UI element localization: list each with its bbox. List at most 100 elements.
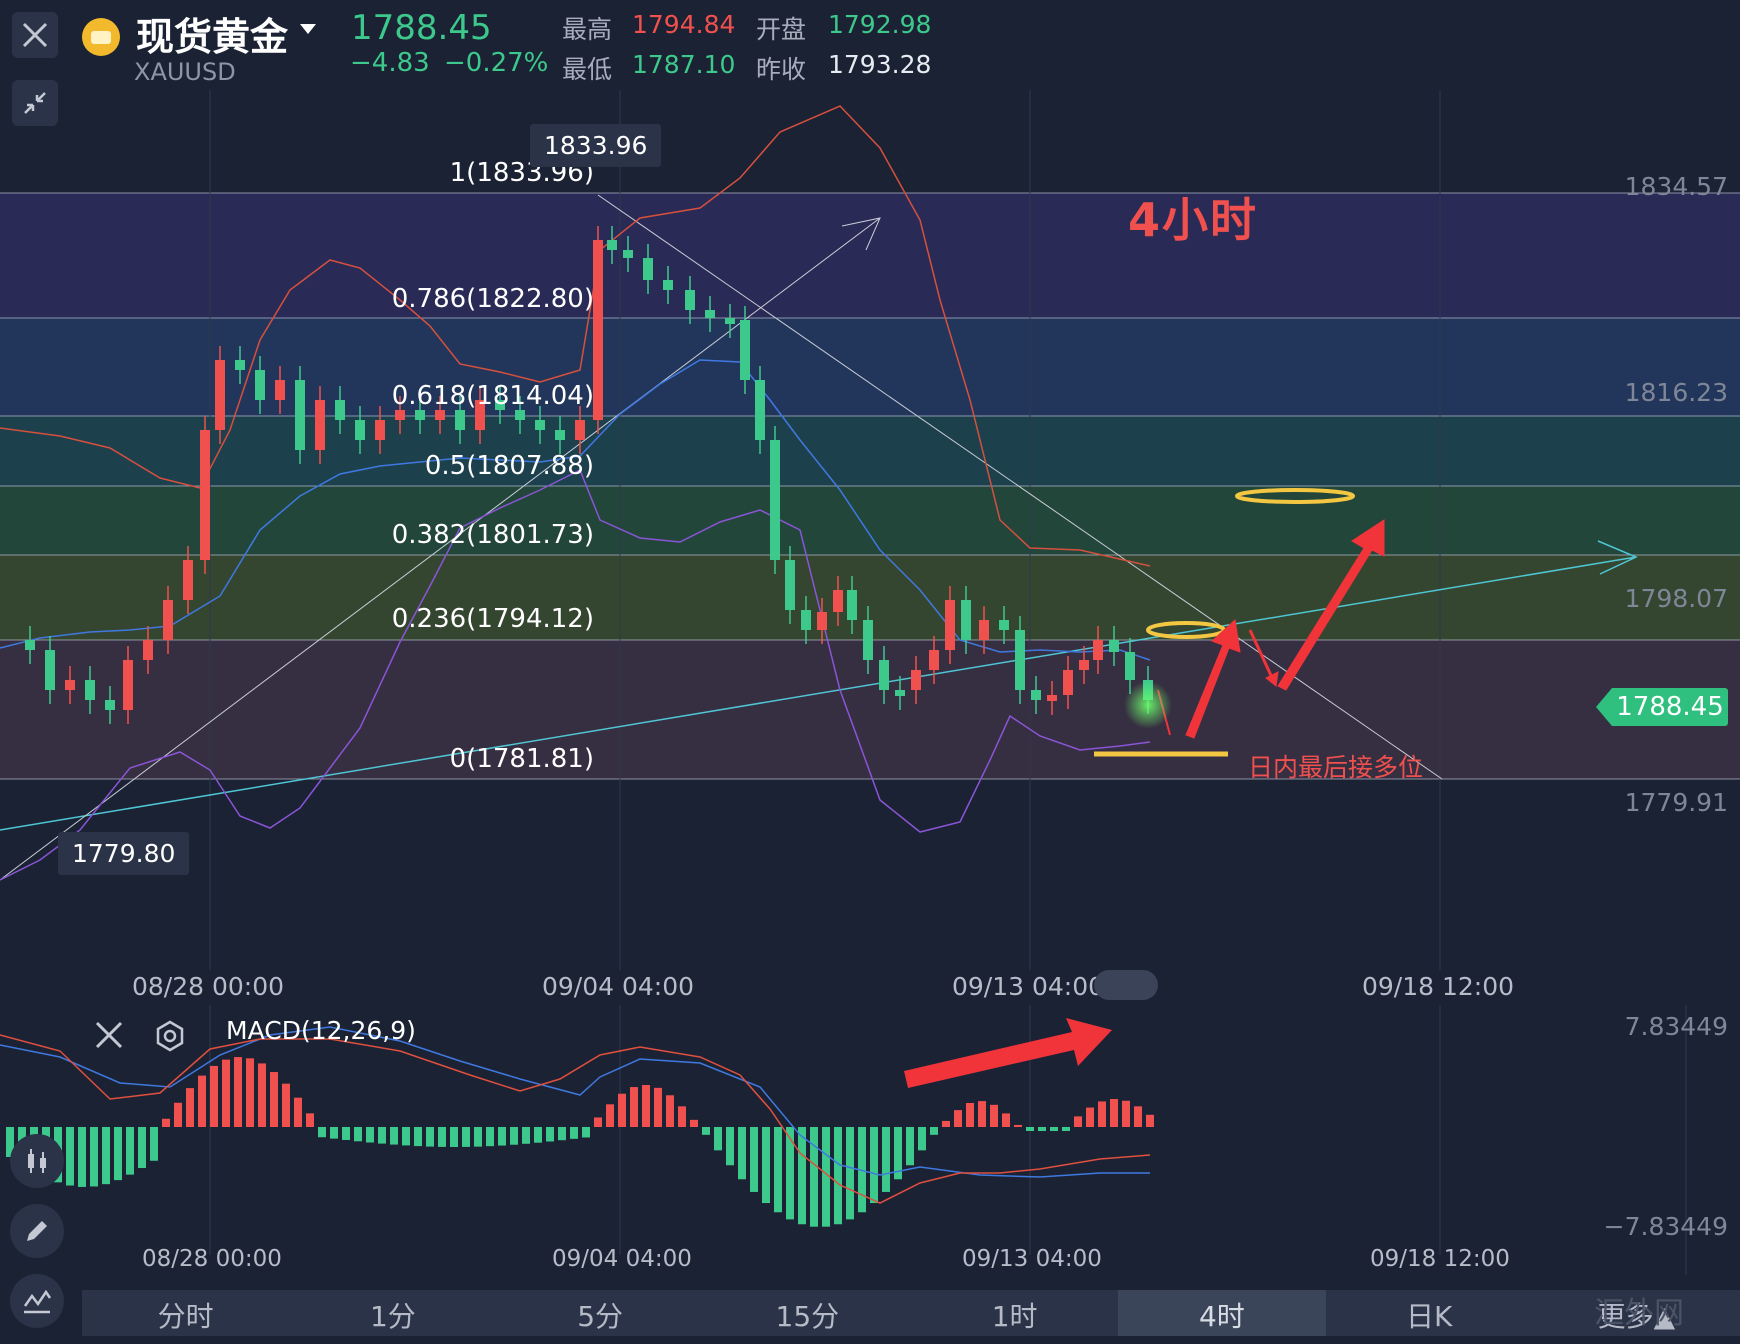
indicator-icon — [23, 1289, 52, 1314]
candle-body — [515, 410, 525, 420]
tab-1min[interactable]: 1分 — [289, 1290, 496, 1336]
macd-bar — [1098, 1101, 1106, 1127]
fib-zone-0236 — [0, 640, 1740, 779]
macd-bar — [522, 1127, 530, 1144]
x-tick-2: 09/04 04:00 — [542, 972, 695, 1001]
macd-bar — [702, 1127, 710, 1135]
candle-body — [833, 590, 843, 612]
macd-bar — [1110, 1099, 1118, 1127]
macd-bar — [606, 1104, 614, 1127]
tab-5min[interactable]: 5分 — [497, 1290, 704, 1336]
candle-body — [929, 650, 939, 670]
macd-bar — [1050, 1127, 1058, 1131]
macd-bar — [810, 1127, 818, 1227]
macd-bar — [738, 1127, 746, 1180]
macd-bar — [1086, 1107, 1094, 1127]
candle-body — [1109, 640, 1119, 652]
macd-bar — [618, 1093, 626, 1127]
candle-body — [755, 380, 765, 440]
macd-bar — [138, 1127, 146, 1169]
macd-x-tick-4: 09/18 12:00 — [1370, 1246, 1510, 1272]
macd-bar — [846, 1127, 854, 1220]
macd-bar — [402, 1127, 410, 1146]
candle-body — [945, 600, 955, 650]
candle-body — [415, 410, 425, 420]
candle-body — [607, 240, 617, 250]
indicator-tool-button[interactable] — [10, 1274, 64, 1328]
macd-bar — [1026, 1127, 1034, 1131]
fib-zone-1 — [0, 193, 1740, 318]
macd-bar — [582, 1127, 590, 1138]
macd-y-bottom: −7.83449 — [1603, 1212, 1728, 1241]
macd-bar — [486, 1127, 494, 1147]
scroll-handle[interactable] — [1094, 970, 1158, 1000]
macd-bar — [750, 1127, 758, 1192]
macd-bar — [666, 1095, 674, 1127]
candle-body — [705, 310, 715, 318]
draw-tool-button[interactable] — [10, 1204, 64, 1258]
candle-body — [663, 280, 673, 290]
macd-bar — [1122, 1100, 1130, 1127]
macd-bar — [1038, 1127, 1046, 1131]
macd-bar — [102, 1127, 110, 1185]
tab-daily[interactable]: 日K — [1326, 1290, 1533, 1336]
fib-zone-0618 — [0, 416, 1740, 486]
macd-bar — [294, 1097, 302, 1127]
tab-timeshare[interactable]: 分时 — [82, 1290, 289, 1336]
candle-body — [1093, 640, 1103, 660]
candle-body — [1063, 670, 1073, 695]
macd-bar — [210, 1065, 218, 1127]
macd-bar — [342, 1127, 350, 1140]
candle-body — [1031, 690, 1041, 700]
candle-body — [1047, 695, 1057, 701]
macd-bar — [654, 1087, 662, 1127]
macd-bar — [174, 1102, 182, 1127]
price-chart[interactable] — [0, 0, 1740, 1000]
macd-x-tick-2: 09/04 04:00 — [552, 1246, 692, 1272]
macd-bar — [234, 1057, 242, 1127]
tab-15min[interactable]: 15分 — [704, 1290, 911, 1336]
candlestick-tool-button[interactable] — [10, 1134, 64, 1188]
fib-label-0: 0(1781.81) — [449, 744, 594, 774]
fib-zone-0786 — [0, 318, 1740, 416]
candle-body — [215, 360, 225, 430]
macd-bar — [426, 1127, 434, 1147]
settings-icon — [156, 1020, 184, 1052]
macd-bar — [942, 1120, 950, 1127]
tab-1hour[interactable]: 1时 — [911, 1290, 1118, 1336]
macd-bar — [882, 1127, 890, 1192]
macd-bar — [318, 1127, 326, 1138]
macd-close-button[interactable] — [94, 1020, 124, 1054]
tab-4hour[interactable]: 4时 — [1118, 1290, 1326, 1336]
close-icon — [95, 1021, 123, 1049]
candle-body — [143, 640, 153, 660]
timeframe-tabs: 分时 1分 5分 15分 1时 4时 日K 更多▲ — [82, 1290, 1740, 1336]
macd-bar — [966, 1102, 974, 1127]
macd-bar — [90, 1127, 98, 1187]
candle-body — [455, 410, 465, 430]
low-price-tag: 1779.80 — [58, 832, 190, 875]
macd-x-tick-1: 08/28 00:00 — [142, 1246, 282, 1272]
fib-zone-05 — [0, 486, 1740, 555]
macd-projection-arrow — [904, 1018, 1112, 1088]
candle-body — [740, 320, 750, 380]
candle-body — [725, 318, 735, 324]
candle-body — [105, 700, 115, 710]
current-price-tag: 1788.45 — [1596, 688, 1728, 726]
macd-bar — [1146, 1114, 1154, 1127]
candle-body — [375, 420, 385, 440]
candle-body — [45, 650, 55, 690]
macd-bar — [714, 1127, 722, 1151]
macd-bar — [186, 1088, 194, 1127]
fib-label-05: 0.5(1807.88) — [424, 451, 594, 481]
macd-bar — [438, 1127, 446, 1147]
x-tick-3: 09/13 04:00 — [952, 972, 1105, 1001]
current-price-glow — [1124, 681, 1172, 729]
macd-bar — [834, 1127, 842, 1225]
macd-bar — [78, 1127, 86, 1187]
macd-settings-button[interactable] — [154, 1020, 186, 1056]
macd-bar — [462, 1127, 470, 1147]
macd-bar — [990, 1104, 998, 1127]
macd-bar — [798, 1127, 806, 1225]
candle-body — [315, 400, 325, 450]
